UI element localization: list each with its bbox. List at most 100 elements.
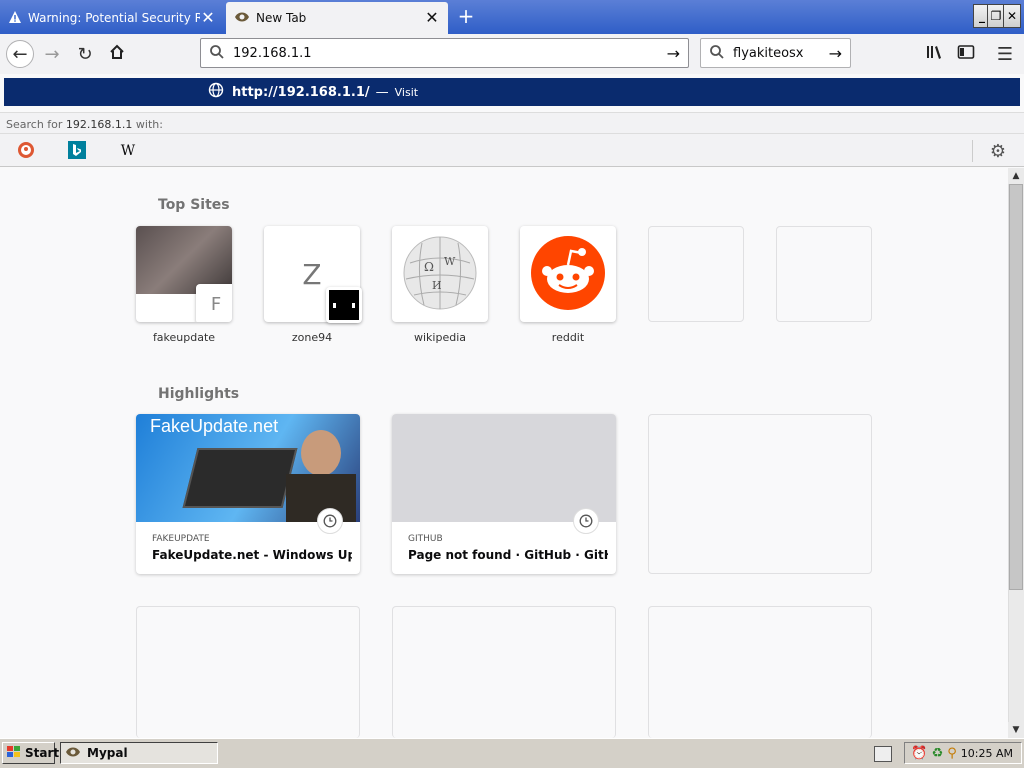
keyboard-icon[interactable] <box>874 746 892 762</box>
autocomplete-dash: — <box>375 84 389 100</box>
search-icon <box>209 44 225 63</box>
zone94-favicon <box>326 287 362 323</box>
search-input-text[interactable]: flyakiteosx <box>733 46 829 61</box>
sidebar-icon <box>957 44 975 65</box>
top-site-label: fakeupdate <box>152 331 216 344</box>
top-site-label: zone94 <box>291 331 333 344</box>
mypal-icon <box>65 745 81 762</box>
highlight-card-empty <box>136 606 360 738</box>
bing-icon <box>68 140 86 162</box>
alarm-clock-icon[interactable]: ⏰ <box>911 746 927 761</box>
tab-label: Warning: Potential Security Risk A <box>28 11 200 25</box>
menu-button[interactable]: ☰ <box>993 42 1017 66</box>
warning-icon <box>8 10 22 27</box>
wikipedia-engine-button[interactable]: W <box>118 141 138 161</box>
forward-button[interactable]: → <box>40 42 64 66</box>
search-engine-bar <box>0 134 1024 167</box>
clock-text: 10:25 AM <box>960 746 1013 760</box>
new-tab-button[interactable]: + <box>454 6 478 28</box>
search-for-row: Search for 192.168.1.1 with: <box>0 112 1024 134</box>
windows-logo-icon <box>6 745 22 762</box>
wikipedia-globe-icon: Ω W И <box>402 235 478 314</box>
back-button[interactable]: ← <box>6 40 34 68</box>
reddit-icon <box>530 235 606 314</box>
hamburger-menu-icon: ☰ <box>996 43 1014 65</box>
svg-text:Ω: Ω <box>424 260 434 274</box>
top-sites-heading: Top Sites <box>158 197 230 213</box>
highlight-card-empty <box>648 414 872 574</box>
url-input-text[interactable]: 192.168.1.1 <box>233 46 667 61</box>
gear-icon: ⚙ <box>989 140 1007 162</box>
url-bar[interactable]: 192.168.1.1 → <box>200 38 689 68</box>
autocomplete-action: Visit <box>394 85 419 99</box>
duckduckgo-engine-button[interactable] <box>16 141 36 161</box>
globe-icon <box>208 82 224 102</box>
go-arrow-icon[interactable]: → <box>667 44 680 63</box>
highlight-title: FakeUpdate.net - Windows Upd... <box>152 548 352 562</box>
top-site-fakeupdate[interactable]: F <box>136 226 232 322</box>
bing-engine-button[interactable] <box>67 140 87 162</box>
search-bar[interactable]: flyakiteosx → <box>700 38 851 68</box>
recycle-icon[interactable]: ♻ <box>932 746 944 761</box>
search-for-term: 192.168.1.1 <box>65 118 133 131</box>
system-tray: ⏰ ♻ ⚲ 10:25 AM <box>904 742 1022 764</box>
scrollbar-thumb[interactable] <box>1009 184 1023 590</box>
highlight-thumbnail <box>392 414 616 522</box>
forward-arrow-icon: → <box>44 43 60 65</box>
back-arrow-icon: ← <box>12 43 28 65</box>
sidebar-button[interactable] <box>954 42 978 66</box>
reload-icon: ↻ <box>77 43 93 65</box>
top-site-empty[interactable] <box>776 226 872 322</box>
close-tab-icon[interactable]: ✕ <box>424 10 440 26</box>
taskbar-button-label: Mypal <box>87 746 128 760</box>
home-icon <box>109 44 125 65</box>
top-site-empty[interactable] <box>648 226 744 322</box>
close-window-button[interactable]: ✕ <box>1003 4 1021 28</box>
tab-new-tab[interactable]: New Tab ✕ <box>226 2 448 34</box>
site-letter-icon: Z <box>302 257 322 291</box>
engine-divider <box>972 140 973 162</box>
go-arrow-icon[interactable]: → <box>829 44 842 63</box>
top-site-label: wikipedia <box>413 331 466 344</box>
start-label: Start <box>25 746 60 760</box>
autocomplete-url: http://192.168.1.1/ <box>232 84 370 100</box>
search-for-suffix: with: <box>135 118 163 131</box>
search-settings-button[interactable]: ⚙ <box>988 140 1008 162</box>
history-clock-icon <box>573 508 599 534</box>
duckduckgo-icon <box>17 141 35 162</box>
highlight-card-empty <box>648 606 872 738</box>
highlights-heading: Highlights <box>158 386 240 402</box>
wikipedia-icon: W <box>120 143 136 159</box>
scroll-up-arrow-icon[interactable]: ▲ <box>1008 168 1024 184</box>
start-button[interactable]: Start <box>2 742 59 764</box>
highlight-card-empty <box>392 606 616 738</box>
library-icon <box>926 44 944 65</box>
search-icon <box>709 44 725 63</box>
highlight-card-fakeupdate[interactable]: FakeUpdate.net FAKEUPDATE FakeUpdate.net… <box>136 414 360 574</box>
scroll-down-arrow-icon[interactable]: ▼ <box>1008 722 1024 738</box>
reload-button[interactable]: ↻ <box>73 42 97 66</box>
library-button[interactable] <box>923 42 947 66</box>
highlight-card-github[interactable]: GITHUB Page not found · GitHub · GitHub <box>392 414 616 574</box>
svg-text:W: W <box>444 255 456 268</box>
tab-security-warning[interactable]: Warning: Potential Security Risk A ✕ <box>0 2 224 34</box>
highlight-title: Page not found · GitHub · GitHub <box>408 548 608 562</box>
tab-label: New Tab <box>256 11 307 25</box>
autocomplete-visit-row[interactable]: http://192.168.1.1/ — Visit <box>4 78 1020 106</box>
top-site-label: reddit <box>551 331 585 344</box>
highlight-source: GITHUB <box>408 534 443 544</box>
svg-text:И: И <box>432 279 442 292</box>
top-site-reddit[interactable] <box>520 226 616 322</box>
thumbnail-title: FakeUpdate.net <box>150 416 279 436</box>
highlight-source: FAKEUPDATE <box>152 534 210 544</box>
taskbar-button-mypal[interactable]: Mypal <box>60 742 218 764</box>
home-button[interactable] <box>105 42 129 66</box>
search-for-prefix: Search for <box>6 118 63 131</box>
highlight-thumbnail: FakeUpdate.net <box>136 414 360 522</box>
magnifier-icon[interactable]: ⚲ <box>947 746 957 761</box>
top-site-wikipedia[interactable]: Ω W И <box>392 226 488 322</box>
history-clock-icon <box>317 508 343 534</box>
site-letter-icon: F <box>196 284 232 322</box>
mypal-icon <box>234 10 250 27</box>
close-tab-icon[interactable]: ✕ <box>200 10 216 26</box>
